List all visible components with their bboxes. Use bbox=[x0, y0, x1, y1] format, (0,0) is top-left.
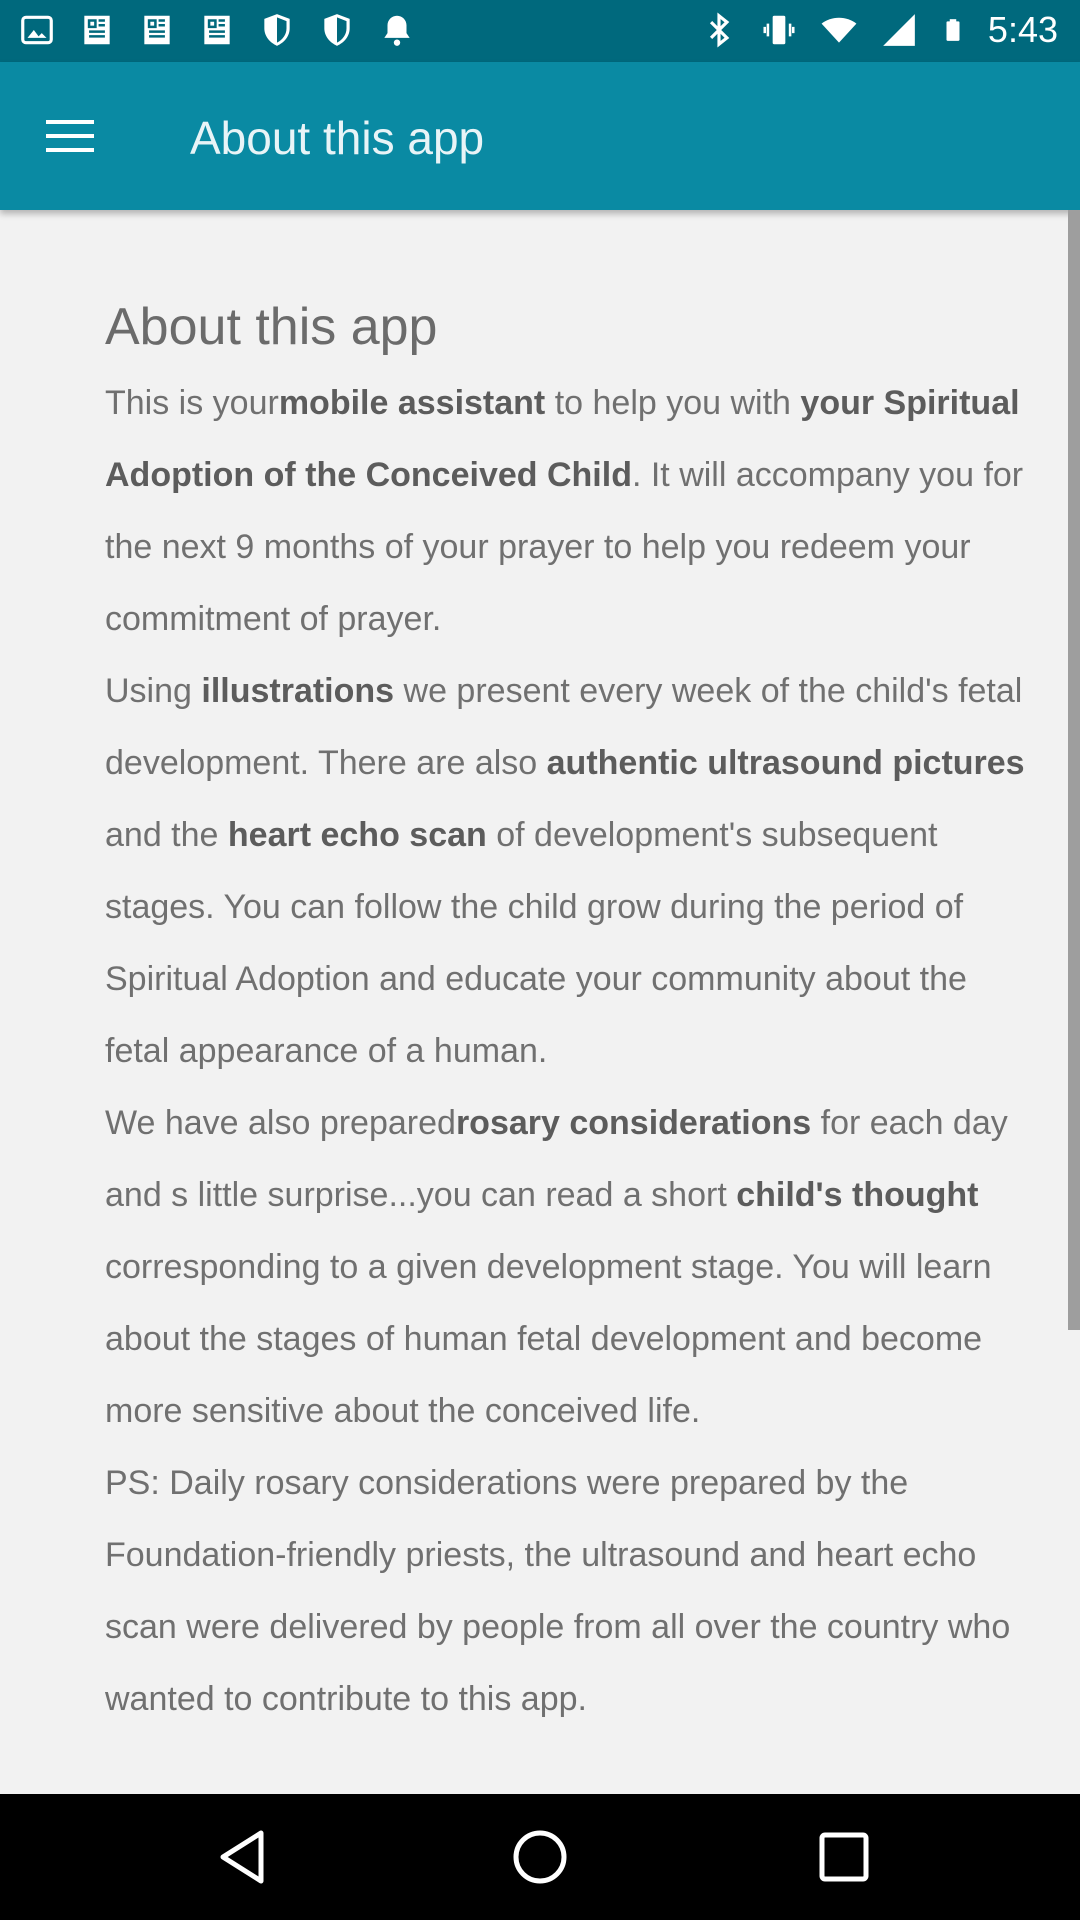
vibrate-icon bbox=[763, 15, 795, 45]
news-icon bbox=[204, 15, 230, 45]
about-title: About this app bbox=[105, 298, 438, 356]
text-run: This is your bbox=[105, 384, 279, 422]
text-run: PS: Daily rosary considerations were pre… bbox=[105, 1464, 1011, 1718]
text-run: corresponding to a given development sta… bbox=[105, 1248, 992, 1430]
back-triangle-icon bbox=[220, 1830, 264, 1884]
photo-icon bbox=[21, 15, 53, 45]
news-icon bbox=[84, 15, 110, 45]
bold-phrase: illustrations bbox=[201, 672, 395, 710]
shield-icon bbox=[324, 14, 350, 46]
hamburger-menu-icon bbox=[46, 120, 94, 152]
app-bar: About this app bbox=[0, 62, 1080, 210]
text-run: We have also prepared bbox=[105, 1104, 456, 1142]
bold-phrase: authentic ultrasound pictures bbox=[546, 744, 1025, 782]
status-time: 5:43 bbox=[987, 9, 1058, 50]
description-paragraph: PS: Daily rosary considerations were pre… bbox=[105, 1447, 1025, 1735]
text-run: Using bbox=[105, 672, 202, 710]
bluetooth-icon bbox=[709, 12, 730, 48]
about-content-scroll[interactable]: About this app This is yourmobile assist… bbox=[0, 210, 1080, 1794]
home-circle-icon bbox=[513, 1830, 567, 1884]
status-notification-icons bbox=[18, 10, 416, 50]
description-paragraph: Using illustrations we present every wee… bbox=[105, 655, 1025, 1087]
scrollbar-thumb[interactable] bbox=[1068, 210, 1080, 1330]
status-bar: 5:43 bbox=[0, 0, 1080, 62]
text-run: to help you with bbox=[545, 384, 801, 422]
bold-phrase: child's thought bbox=[736, 1176, 979, 1214]
back-button[interactable] bbox=[212, 1827, 272, 1887]
status-system-icons: 5:43 bbox=[700, 8, 1058, 52]
navigation-bar bbox=[0, 1794, 1080, 1920]
recents-button[interactable] bbox=[814, 1827, 874, 1887]
bold-phrase: rosary considerations bbox=[455, 1104, 812, 1142]
about-description: This is yourmobile assistant to help you… bbox=[105, 367, 1025, 1735]
bell-icon bbox=[384, 15, 410, 46]
menu-button[interactable] bbox=[34, 100, 106, 172]
text-run: of development's subsequent stages. You … bbox=[105, 816, 967, 1070]
description-paragraph: We have also preparedrosary consideratio… bbox=[105, 1087, 1025, 1447]
description-paragraph: This is yourmobile assistant to help you… bbox=[105, 367, 1025, 655]
signal-icon bbox=[883, 14, 915, 46]
home-button[interactable] bbox=[510, 1827, 570, 1887]
news-icon bbox=[144, 15, 170, 45]
bold-phrase: heart echo scan bbox=[227, 816, 487, 854]
text-run: and the bbox=[105, 816, 228, 854]
wifi-icon bbox=[821, 17, 857, 43]
battery-icon bbox=[946, 19, 960, 41]
recents-square-icon bbox=[819, 1832, 869, 1882]
shield-icon bbox=[264, 14, 290, 46]
bold-phrase: mobile assistant bbox=[278, 384, 546, 422]
app-bar-title: About this app bbox=[190, 112, 485, 164]
